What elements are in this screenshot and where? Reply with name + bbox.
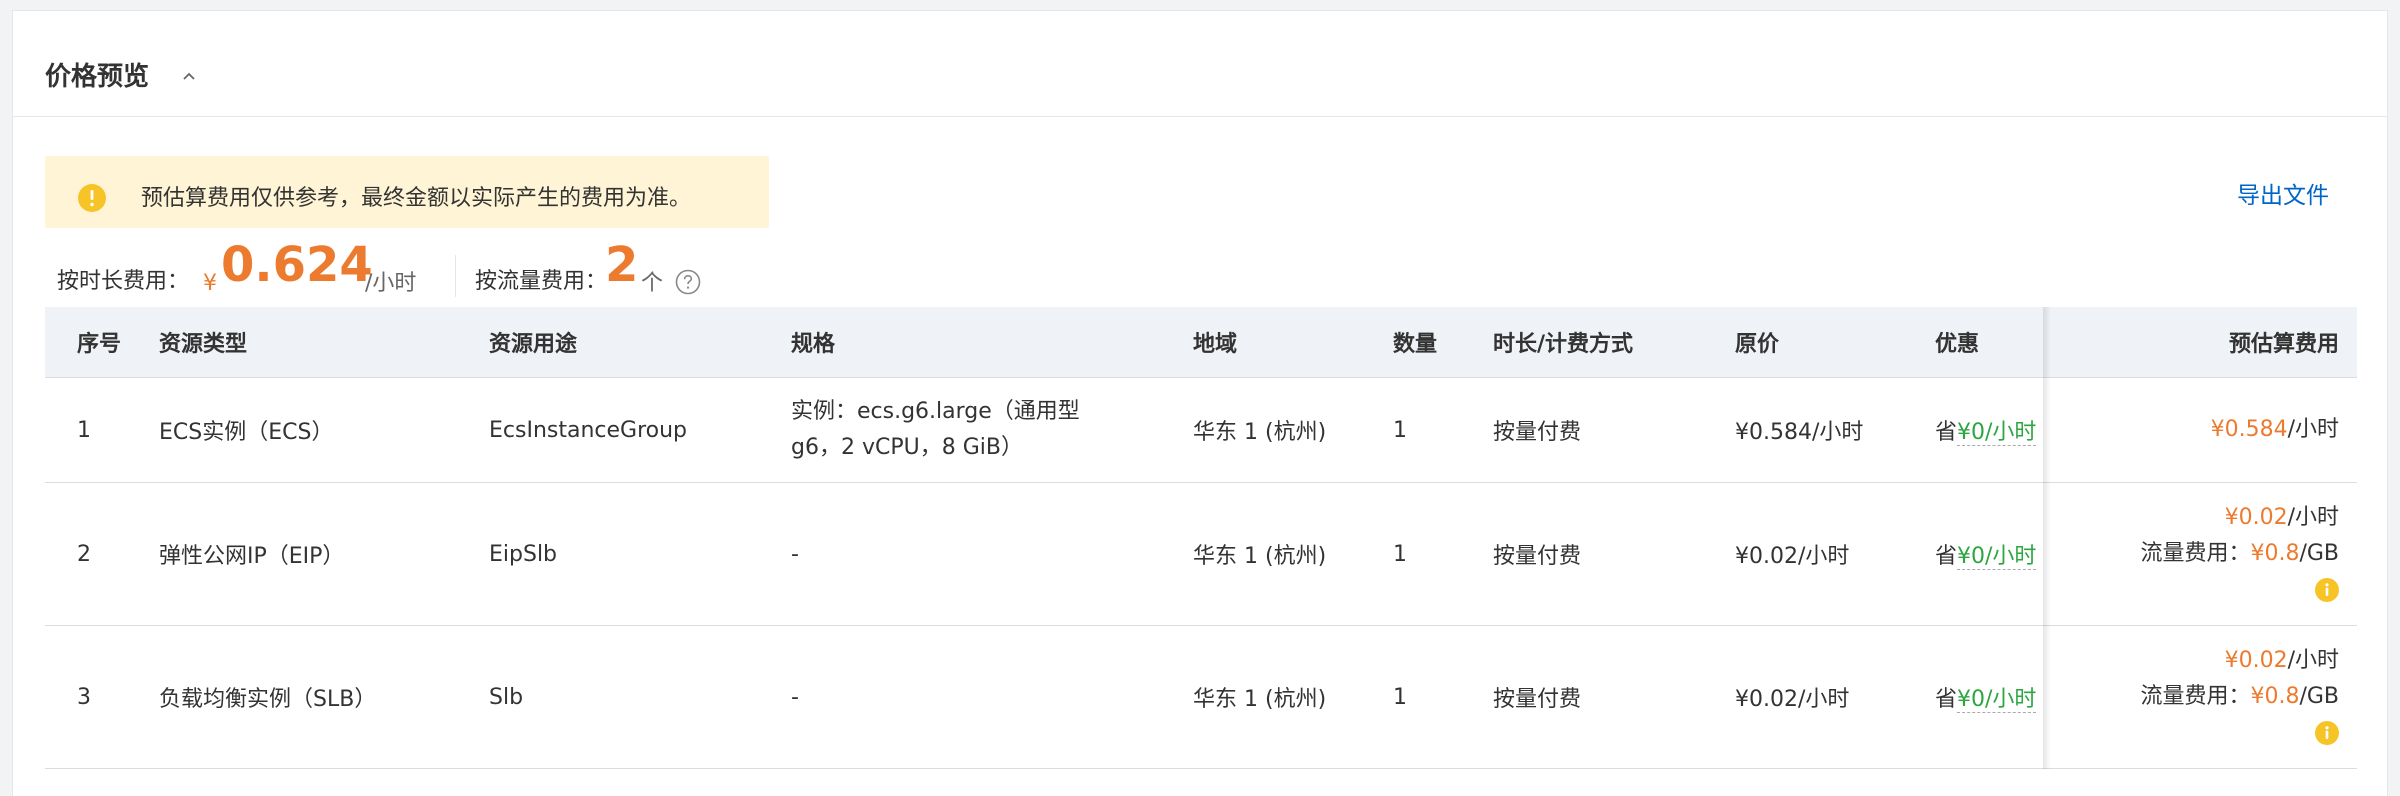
cell-estimate: ¥0.02/小时 流量费用：¥0.8/GB xyxy=(2063,482,2357,626)
est-value: ¥0.02 xyxy=(2224,648,2288,673)
cost-summary: 按时长费用： ¥ 0.624 /小时 按流量费用： 2 个 xyxy=(45,235,805,297)
col-header-discount: 优惠 xyxy=(1935,307,2063,378)
col-header-estimate: 预估算费用 xyxy=(2063,307,2357,378)
hourly-cost-value: 0.624 xyxy=(221,237,373,293)
col-header-billing: 时长/计费方式 xyxy=(1493,307,1735,378)
col-header-index: 序号 xyxy=(45,307,127,378)
cell-qty: 1 xyxy=(1393,625,1493,769)
cell-estimate: ¥0.584/小时 xyxy=(2063,377,2357,483)
col-header-usage: 资源用途 xyxy=(489,307,791,378)
col-header-spec: 规格 xyxy=(791,307,1193,378)
discount-prefix: 省 xyxy=(1935,687,1958,712)
cell-discount: 省¥0/小时 xyxy=(1935,377,2063,483)
traffic-fee-label: 流量费用： xyxy=(2140,684,2251,709)
discount-value[interactable]: ¥0/小时 xyxy=(1957,544,2037,570)
est-unit: /小时 xyxy=(2287,648,2339,673)
est-unit: /小时 xyxy=(2287,417,2339,442)
cell-price: ¥0.02/小时 xyxy=(1735,482,1935,626)
cell-region: 华东 1 (杭州) xyxy=(1193,482,1393,626)
table-header-row: 序号 资源类型 资源用途 规格 地域 数量 时长/计费方式 原价 优惠 预估算费… xyxy=(45,307,2357,378)
est-unit: /小时 xyxy=(2287,505,2339,530)
hourly-cost-unit: /小时 xyxy=(365,271,417,296)
table-row: 3 负载均衡实例（SLB） Slb - 华东 1 (杭州) 1 按量付费 ¥0.… xyxy=(45,625,2357,769)
cell-spec: - xyxy=(791,625,1193,769)
est-value: ¥0.02 xyxy=(2224,505,2288,530)
traffic-fee-value: ¥0.8 xyxy=(2250,684,2300,709)
hourly-cost-label: 按时长费用： xyxy=(57,269,190,294)
chevron-up-icon[interactable] xyxy=(179,66,199,86)
col-header-qty: 数量 xyxy=(1393,307,1493,378)
cell-spec: - xyxy=(791,482,1193,626)
cell-price: ¥0.584/小时 xyxy=(1735,377,1935,483)
cell-qty: 1 xyxy=(1393,482,1493,626)
cell-qty: 1 xyxy=(1393,377,1493,483)
discount-value[interactable]: ¥0/小时 xyxy=(1957,687,2037,713)
question-circle-icon[interactable] xyxy=(675,269,701,295)
cell-price: ¥0.02/小时 xyxy=(1735,625,1935,769)
cell-billing: 按量付费 xyxy=(1493,625,1735,769)
cell-usage: Slb xyxy=(489,625,791,769)
cell-billing: 按量付费 xyxy=(1493,482,1735,626)
cell-usage: EipSlb xyxy=(489,482,791,626)
estimate-notice: 预估算费用仅供参考，最终金额以实际产生的费用为准。 xyxy=(45,156,769,228)
hourly-cost-currency: ¥ xyxy=(203,271,217,296)
traffic-fee-label: 流量费用： xyxy=(2140,541,2251,566)
info-circle-icon[interactable] xyxy=(2315,578,2339,602)
cell-discount: 省¥0/小时 xyxy=(1935,625,2063,769)
est-value: ¥0.584 xyxy=(2210,417,2288,442)
cell-spec: 实例：ecs.g6.large（通用型 g6，2 vCPU，8 GiB） xyxy=(791,377,1193,483)
info-circle-icon[interactable] xyxy=(2315,721,2339,745)
cell-usage: EcsInstanceGroup xyxy=(489,377,791,483)
discount-value[interactable]: ¥0/小时 xyxy=(1957,420,2037,446)
price-table: 序号 资源类型 资源用途 规格 地域 数量 时长/计费方式 原价 优惠 预估算费… xyxy=(45,307,2357,769)
cell-discount: 省¥0/小时 xyxy=(1935,482,2063,626)
export-file-link[interactable]: 导出文件 xyxy=(2237,176,2329,210)
cell-index: 1 xyxy=(45,377,127,483)
warning-circle-icon xyxy=(78,184,106,212)
panel-header: 价格预览 xyxy=(13,11,2387,117)
col-header-region: 地域 xyxy=(1193,307,1393,378)
col-header-type: 资源类型 xyxy=(127,307,489,378)
cell-estimate: ¥0.02/小时 流量费用：¥0.8/GB xyxy=(2063,625,2357,769)
traffic-cost-unit: 个 xyxy=(641,271,664,296)
traffic-fee-unit: /GB xyxy=(2299,541,2339,566)
table-row: 1 ECS实例（ECS） EcsInstanceGroup 实例：ecs.g6.… xyxy=(45,377,2357,483)
cell-type: 负载均衡实例（SLB） xyxy=(127,625,489,769)
table-row: 2 弹性公网IP（EIP） EipSlb - 华东 1 (杭州) 1 按量付费 … xyxy=(45,482,2357,626)
traffic-fee-unit: /GB xyxy=(2299,684,2339,709)
price-preview-panel: 价格预览 预估算费用仅供参考，最终金额以实际产生的费用为准。 导出文件 按时长费… xyxy=(12,10,2388,796)
notice-text: 预估算费用仅供参考，最终金额以实际产生的费用为准。 xyxy=(141,186,692,211)
traffic-fee-value: ¥0.8 xyxy=(2250,541,2300,566)
cell-index: 2 xyxy=(45,482,127,626)
discount-prefix: 省 xyxy=(1935,544,1958,569)
traffic-cost-count: 2 xyxy=(605,237,639,293)
cost-divider xyxy=(455,255,456,297)
cell-billing: 按量付费 xyxy=(1493,377,1735,483)
cell-type: ECS实例（ECS） xyxy=(127,377,489,483)
cell-index: 3 xyxy=(45,625,127,769)
discount-prefix: 省 xyxy=(1935,420,1958,445)
col-header-price: 原价 xyxy=(1735,307,1935,378)
cell-type: 弹性公网IP（EIP） xyxy=(127,482,489,626)
cell-region: 华东 1 (杭州) xyxy=(1193,625,1393,769)
panel-title: 价格预览 xyxy=(45,62,150,92)
cell-region: 华东 1 (杭州) xyxy=(1193,377,1393,483)
traffic-cost-label: 按流量费用： xyxy=(475,269,608,294)
